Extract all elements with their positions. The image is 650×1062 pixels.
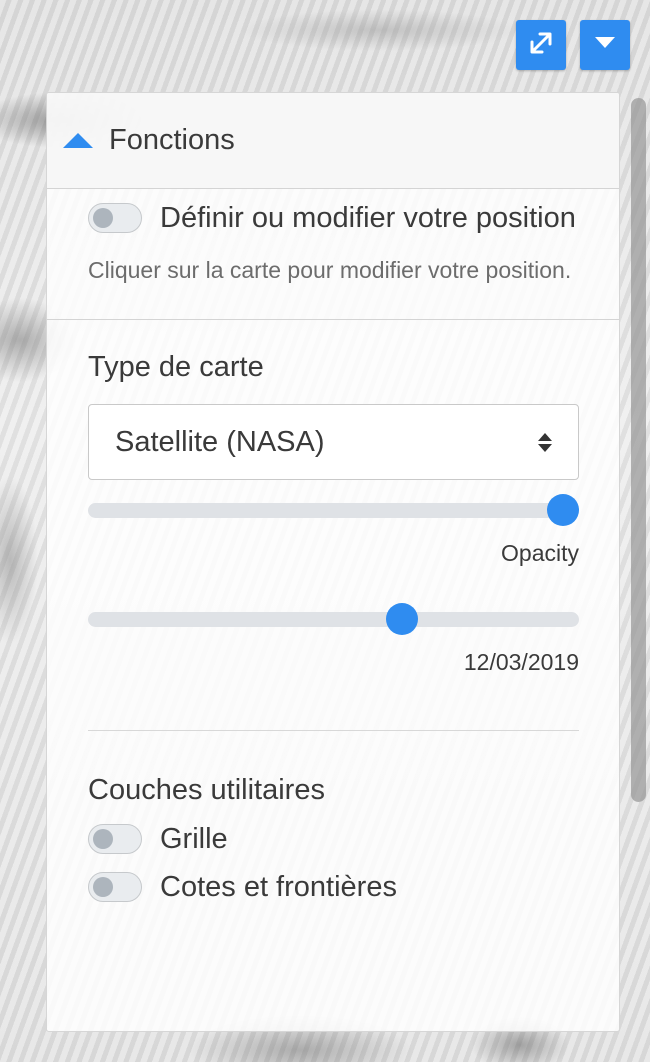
map-type-selected: Satellite (NASA) (115, 425, 325, 458)
opacity-slider-thumb[interactable] (547, 494, 579, 526)
map-type-section: Type de carte Satellite (NASA) Opacity 1… (47, 320, 619, 905)
caret-down-icon (594, 36, 616, 55)
map-type-select[interactable]: Satellite (NASA) (88, 404, 579, 480)
date-slider-track[interactable] (88, 612, 579, 627)
position-hint: Cliquer sur la carte pour modifier votre… (88, 257, 572, 283)
borders-toggle[interactable] (88, 872, 142, 902)
utility-layers-title: Couches utilitaires (88, 774, 325, 806)
opacity-slider[interactable] (88, 494, 579, 526)
toggle-knob (93, 208, 113, 228)
functions-panel: Fonctions Définir ou modifier votre posi… (46, 92, 620, 1032)
panel-header[interactable]: Fonctions (47, 93, 619, 189)
date-slider[interactable] (88, 603, 579, 635)
date-label: 12/03/2019 (463, 649, 579, 675)
position-toggle[interactable] (88, 203, 142, 233)
select-arrows-icon (538, 432, 552, 452)
position-toggle-label[interactable]: Définir ou modifier votre position (160, 194, 576, 242)
layer-item-grid[interactable]: Grille (88, 821, 579, 857)
grid-label[interactable]: Grille (160, 821, 228, 857)
section-divider (88, 730, 579, 731)
caret-up-icon (63, 133, 93, 148)
fullscreen-button[interactable] (516, 20, 566, 70)
panel-title: Fonctions (109, 124, 235, 156)
panel-scrollbar[interactable] (631, 98, 646, 802)
expand-arrows-icon (528, 30, 554, 61)
map-type-label: Type de carte (88, 351, 264, 383)
collapse-panel-button[interactable] (580, 20, 630, 70)
toggle-knob (93, 829, 113, 849)
toggle-knob (93, 877, 113, 897)
borders-label[interactable]: Cotes et frontières (160, 869, 397, 905)
layer-item-borders[interactable]: Cotes et frontières (88, 869, 579, 905)
opacity-slider-track[interactable] (88, 503, 579, 518)
position-section: Définir ou modifier votre position Cliqu… (47, 189, 619, 320)
grid-toggle[interactable] (88, 824, 142, 854)
opacity-label: Opacity (501, 540, 579, 566)
date-slider-thumb[interactable] (386, 603, 419, 635)
